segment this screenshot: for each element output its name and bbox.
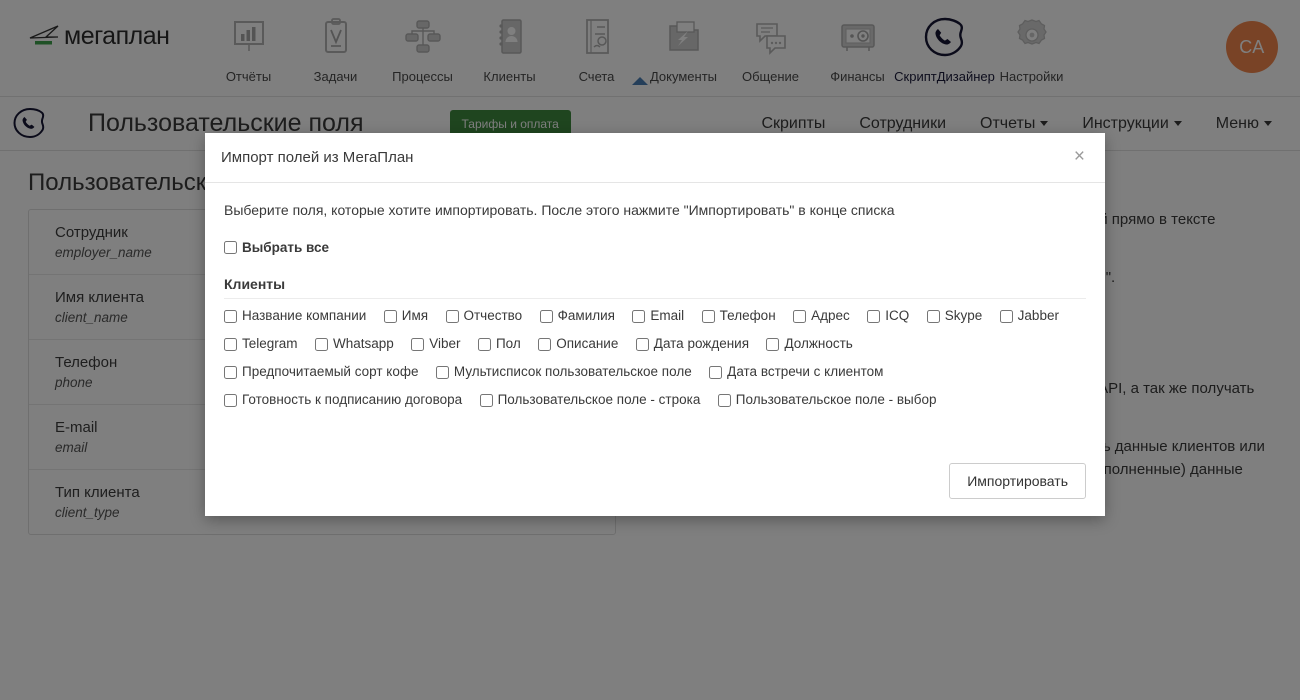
checkbox-input[interactable] [867,309,881,323]
checkbox-input[interactable] [926,309,940,323]
field-checkbox-otchestvo[interactable]: Отчество [445,306,523,326]
import-button[interactable]: Импортировать [949,463,1086,499]
field-checkbox-icq[interactable]: ICQ [867,306,909,326]
field-checkbox-data-rozhdeniya[interactable]: Дата рождения [635,334,750,354]
field-checkbox-polzovatelskoe-vybor[interactable]: Пользовательское поле - выбор [717,390,937,410]
checkbox-input[interactable] [435,365,449,379]
select-all-label: Выбрать все [242,240,330,255]
group-title-clients: Клиенты [224,276,1086,299]
checkbox-input[interactable] [224,365,237,379]
checkbox-label: Готовность к подписанию договора [242,392,463,407]
checkbox-input[interactable] [766,337,780,351]
checkbox-label: Пользовательское поле - строка [497,392,701,407]
field-checkbox-dolzhnost[interactable]: Должность [766,334,853,354]
checkbox-label: Фамилия [557,308,615,323]
field-checkbox-skype[interactable]: Skype [926,306,983,326]
field-checkbox-familiya[interactable]: Фамилия [539,306,615,326]
checkbox-label: Название компании [242,308,367,323]
checkbox-input[interactable] [314,337,328,351]
field-checkbox-sort-kofe[interactable]: Предпочитаемый сорт кофе [224,362,418,382]
field-checkbox-jabber[interactable]: Jabber [999,306,1059,326]
checkbox-input[interactable] [717,393,731,407]
checkbox-label: Телефон [719,308,776,323]
checkbox-input[interactable] [479,393,493,407]
checkbox-label: Дата встречи с клиентом [727,364,884,379]
checkbox-label: Имя [401,308,429,323]
checkbox-label: Jabber [1017,308,1059,323]
field-checkbox-viber[interactable]: Viber [411,334,461,354]
checkbox-input[interactable] [445,309,459,323]
checkbox-label: Viber [429,336,461,351]
app-root: мегаплан Отчёты [0,0,1300,700]
checkbox-input[interactable] [999,309,1013,323]
close-icon[interactable]: × [1070,145,1089,168]
dialog-title: Импорт полей из МегаПлан [221,149,414,166]
dialog-intro-text: Выберите поля, которые хотите импортиров… [224,202,895,218]
checkbox-label: Email [650,308,685,323]
field-checkbox-multispisok[interactable]: Мультисписок пользовательское поле [435,362,692,382]
checkbox-input[interactable] [538,337,552,351]
checkbox-input[interactable] [635,337,649,351]
field-checkbox-nazvanie-kompanii[interactable]: Название компании [224,306,366,326]
field-checkbox-data-vstrechi[interactable]: Дата встречи с клиентом [709,362,883,382]
field-checkbox-polzovatelskoe-stroka[interactable]: Пользовательское поле - строка [479,390,701,410]
field-checkbox-telegram[interactable]: Telegram [224,334,298,354]
field-checkbox-opisanie[interactable]: Описание [538,334,618,354]
checkbox-input[interactable] [411,337,425,351]
checkbox-label: Должность [784,336,853,351]
checkbox-input[interactable] [709,365,723,379]
checkbox-label: Адрес [811,308,850,323]
checkbox-input[interactable] [477,337,491,351]
dialog-body: Выберите поля, которые хотите импортиров… [205,183,1105,446]
checkbox-row: Telegram Whatsapp Viber Пол Описание Дат… [224,334,1086,354]
checkbox-input[interactable] [383,309,397,323]
checkbox-input[interactable] [224,337,237,351]
field-checkbox-adres[interactable]: Адрес [793,306,850,326]
field-checkbox-whatsapp[interactable]: Whatsapp [314,334,394,354]
checkbox-label: Дата рождения [653,336,750,351]
checkbox-label: Whatsapp [332,336,394,351]
checkbox-input[interactable] [793,309,807,323]
checkbox-label: Пол [495,336,521,351]
import-fields-dialog: Импорт полей из МегаПлан × Выберите поля… [205,133,1105,516]
checkbox-row: Готовность к подписанию договора Пользов… [224,390,1086,410]
checkbox-input[interactable] [224,393,237,407]
select-all-input[interactable] [224,241,237,254]
checkbox-label: ICQ [885,308,910,323]
checkbox-row: Предпочитаемый сорт кофе Мультисписок по… [224,362,1086,382]
checkbox-input[interactable] [701,309,715,323]
checkbox-label: Пользовательское поле - выбор [735,392,937,407]
checkbox-row: Название компании Имя Отчество Фамилия E… [224,306,1086,326]
checkbox-label: Предпочитаемый сорт кофе [242,364,419,379]
checkbox-label: Описание [556,336,619,351]
field-checkbox-email[interactable]: Email [632,306,684,326]
checkbox-label: Telegram [242,336,298,351]
checkbox-label: Skype [944,308,983,323]
dialog-footer: Импортировать [205,446,1105,516]
checkbox-input[interactable] [224,309,237,323]
field-checkbox-gotovnost-dogovor[interactable]: Готовность к подписанию договора [224,390,462,410]
dialog-header: Импорт полей из МегаПлан × [205,133,1105,183]
field-checkbox-pol[interactable]: Пол [477,334,521,354]
field-checkbox-telefon[interactable]: Телефон [701,306,776,326]
checkbox-label: Отчество [463,308,523,323]
checkbox-input[interactable] [539,309,553,323]
field-checkbox-imya[interactable]: Имя [383,306,429,326]
select-all-checkbox[interactable]: Выбрать все [224,240,329,255]
checkbox-input[interactable] [632,309,646,323]
checkbox-label: Мультисписок пользовательское поле [453,364,692,379]
